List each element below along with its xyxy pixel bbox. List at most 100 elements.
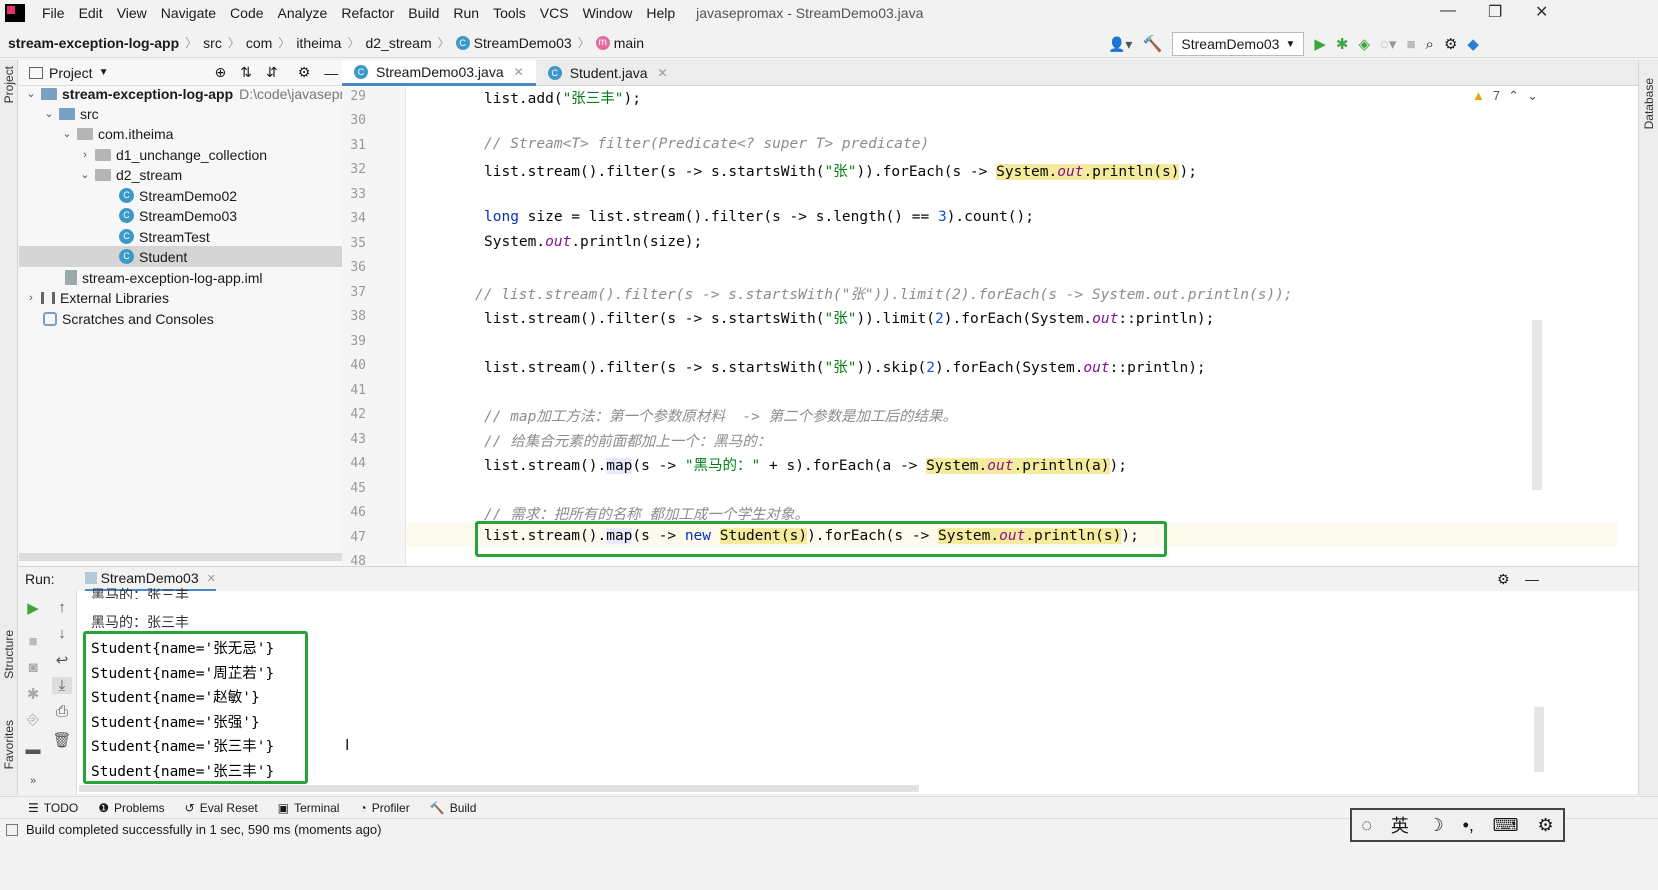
hammer-icon[interactable]: 🔨 [1142, 34, 1162, 54]
structure-tool-tab[interactable]: Structure [2, 630, 16, 679]
arrow-down-icon[interactable]: ↓ [52, 625, 72, 642]
ime-language[interactable]: 英 [1391, 812, 1409, 838]
database-tool-tab[interactable]: Database [1642, 78, 1656, 129]
coverage-icon[interactable]: ◈ [1358, 35, 1370, 53]
expand-all-icon[interactable]: ⇅ [240, 64, 252, 81]
tree-item-iml[interactable]: stream-exception-log-app.iml [19, 267, 359, 288]
chevron-down-icon[interactable]: ⌄ [1527, 88, 1538, 104]
user-icon[interactable]: 👤▾ [1108, 36, 1132, 53]
chevron-down-icon[interactable]: ⌄ [79, 168, 91, 181]
tree-item-com-itheima[interactable]: ⌄ com.itheima [19, 123, 359, 144]
menu-code[interactable]: Code [223, 5, 270, 21]
horizontal-scrollbar[interactable] [19, 553, 359, 561]
terminal-tab[interactable]: ▣ Terminal [268, 801, 350, 815]
jetbrains-toolbox-icon[interactable]: ◆ [1467, 35, 1479, 53]
tree-item-scratches[interactable]: Scratches and Consoles [19, 308, 359, 329]
chevron-right-icon[interactable]: › [79, 149, 91, 161]
breadcrumb-com[interactable]: com [242, 35, 276, 51]
tab-student[interactable]: C Student.java ✕ [536, 60, 680, 86]
chevron-up-icon[interactable]: ⌃ [1508, 88, 1519, 104]
menu-help[interactable]: Help [639, 5, 682, 21]
ime-logo-icon[interactable]: ◌ [1361, 815, 1372, 836]
project-view-select[interactable]: Project [49, 65, 93, 81]
tree-item-src[interactable]: ⌄ src [19, 103, 359, 124]
chevron-right-icon[interactable]: › [25, 292, 37, 304]
collapse-all-icon[interactable]: ⇵ [266, 64, 278, 81]
minimize-icon[interactable]: — [1440, 2, 1456, 20]
breadcrumb-itheima[interactable]: itheima [292, 35, 345, 51]
chevron-down-icon[interactable]: ⌄ [61, 127, 73, 140]
status-toggle-icon[interactable] [6, 823, 18, 836]
tree-item-project[interactable]: ⌄ stream-exception-log-app D:\code\javas… [19, 83, 359, 104]
debug-icon[interactable]: ✱ [1336, 35, 1349, 53]
gear-icon[interactable]: ⚙ [1537, 815, 1553, 836]
stop-icon[interactable]: ■ [23, 633, 43, 650]
close-icon[interactable]: ✕ [1535, 2, 1548, 22]
locate-icon[interactable]: ⊕ [214, 64, 226, 81]
hide-icon[interactable]: — [324, 65, 338, 81]
editor-scrollbar[interactable] [1532, 320, 1542, 490]
menu-navigate[interactable]: Navigate [154, 5, 223, 21]
stop-icon[interactable]: ■ [1406, 36, 1415, 53]
inspection-widget[interactable]: ▲ 7 ⌃ ⌄ [1472, 88, 1538, 104]
scroll-to-end-icon[interactable]: ⤓ [52, 677, 72, 694]
print-icon[interactable]: ⎙ [52, 703, 72, 720]
profiler-tab[interactable]: ◔ Profiler [349, 801, 419, 815]
tree-item-streamdemo03[interactable]: C StreamDemo03 [19, 205, 359, 226]
run-config-select[interactable]: StreamDemo03 ▼ [1172, 32, 1305, 56]
menu-build[interactable]: Build [401, 5, 446, 21]
gear-icon[interactable]: ⚙ [1444, 35, 1457, 53]
settings-icon[interactable]: ⚙ [1497, 571, 1510, 588]
eval-reset-tab[interactable]: ↺ Eval Reset [175, 801, 268, 815]
menu-vcs[interactable]: VCS [533, 5, 576, 21]
breadcrumb-project[interactable]: stream-exception-log-app [0, 35, 183, 51]
favorites-tool-tab[interactable]: Favorites [2, 720, 16, 769]
breadcrumb-class[interactable]: C StreamDemo03 [452, 35, 576, 51]
more-icon[interactable]: » [23, 775, 43, 787]
arrow-up-icon[interactable]: ↑ [52, 599, 72, 616]
run-icon[interactable]: ▶ [1314, 35, 1326, 53]
tree-item-d2-stream[interactable]: ⌄ d2_stream [19, 164, 359, 185]
menu-window[interactable]: Window [576, 5, 640, 21]
settings-icon[interactable]: ⚙ [298, 64, 311, 81]
code-editor[interactable]: C StreamDemo03.java ✕ C Student.java ✕ 2… [342, 60, 1638, 570]
debug-icon[interactable]: ✱ [23, 685, 43, 703]
layout-icon[interactable]: ▬ [23, 741, 43, 758]
moon-icon[interactable]: ☽ [1428, 815, 1444, 836]
search-icon[interactable]: ⌕ [1426, 36, 1434, 53]
camera-icon[interactable]: ◙ [23, 659, 43, 676]
tree-item-streamtest[interactable]: C StreamTest [19, 226, 359, 247]
trash-icon[interactable]: 🗑 [52, 731, 72, 749]
tree-item-student[interactable]: C Student [19, 246, 359, 267]
breadcrumb-src[interactable]: src [199, 35, 226, 51]
keyboard-icon[interactable]: ⌨ [1493, 815, 1519, 836]
chevron-down-icon[interactable]: ▼ [99, 67, 109, 78]
login-icon[interactable]: ⎆ [23, 711, 43, 728]
project-tool-tab[interactable]: Project [2, 66, 16, 103]
todo-tab[interactable]: ☰ TODO [18, 801, 88, 815]
hide-icon[interactable]: — [1525, 571, 1539, 587]
close-tab-icon[interactable]: ✕ [658, 66, 668, 80]
tab-streamdemo03[interactable]: C StreamDemo03.java ✕ [342, 60, 536, 86]
build-tab[interactable]: 🔨 Build [420, 801, 487, 815]
console-h-scrollbar[interactable] [79, 785, 919, 792]
tree-item-external-libraries[interactable]: › External Libraries [19, 287, 359, 308]
chevron-down-icon[interactable]: ⌄ [43, 107, 55, 120]
soft-wrap-icon[interactable]: ↩ [52, 651, 72, 669]
restore-icon[interactable]: ❐ [1488, 2, 1502, 22]
menu-run[interactable]: Run [446, 5, 486, 21]
menu-tools[interactable]: Tools [486, 5, 533, 21]
breadcrumb-d2-stream[interactable]: d2_stream [361, 35, 435, 51]
menu-refactor[interactable]: Refactor [334, 5, 401, 21]
console-scrollbar[interactable] [1534, 707, 1544, 772]
tree-item-streamdemo02[interactable]: C StreamDemo02 [19, 185, 359, 206]
menu-view[interactable]: View [110, 5, 154, 21]
rerun-icon[interactable]: ▶ [23, 599, 43, 617]
breadcrumb-method[interactable]: m main [592, 35, 648, 51]
menu-file[interactable]: File [35, 5, 72, 21]
punctuation-icon[interactable]: •, [1463, 815, 1474, 836]
tree-item-d1-unchange-collection[interactable]: › d1_unchange_collection [19, 144, 359, 165]
profile-icon[interactable]: ◌▾ [1380, 35, 1396, 53]
menu-analyze[interactable]: Analyze [271, 5, 335, 21]
menu-edit[interactable]: Edit [72, 5, 110, 21]
